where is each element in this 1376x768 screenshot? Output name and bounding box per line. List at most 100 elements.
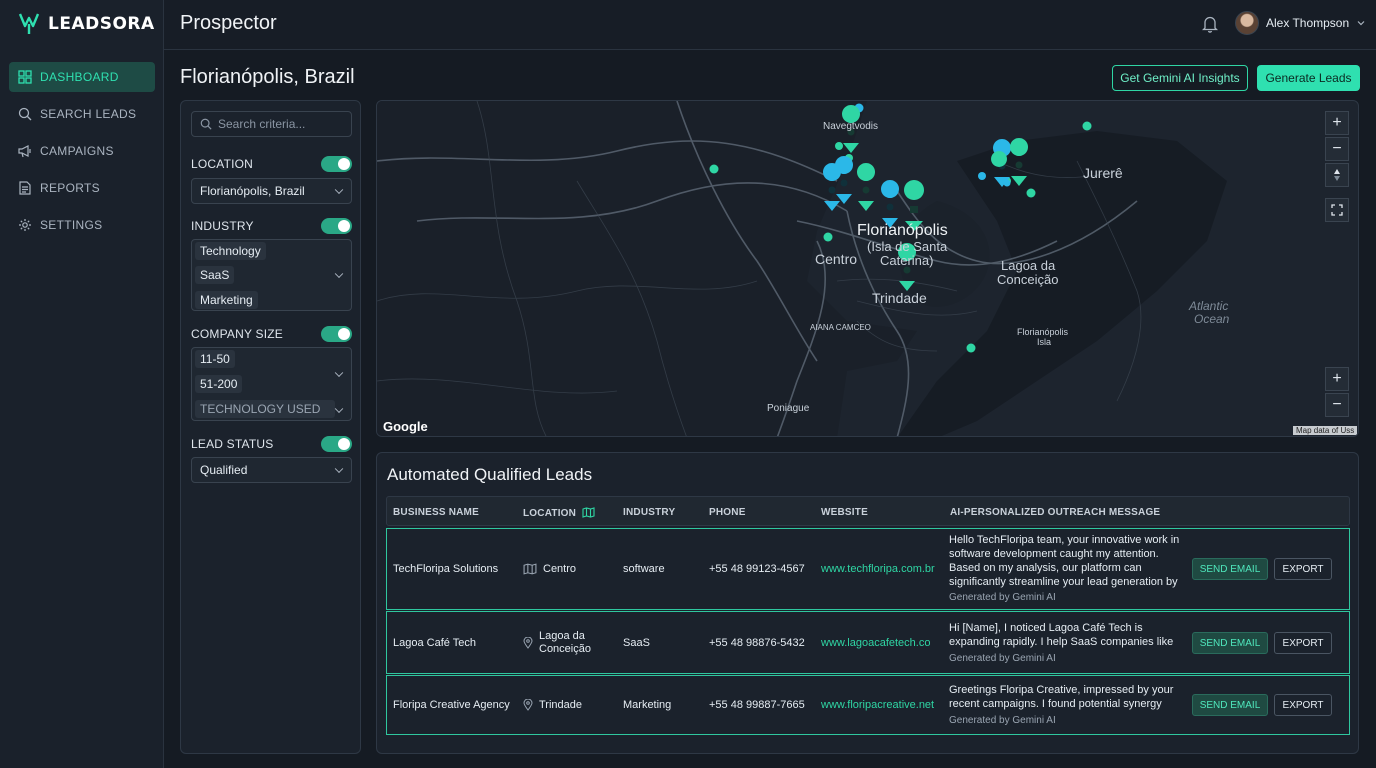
column-header-label: LOCATION <box>523 508 577 519</box>
export-button[interactable]: EXPORT <box>1274 558 1332 580</box>
generated-by-label: Generated by Gemini AI <box>949 715 1056 726</box>
column-header[interactable]: BUSINESS NAME <box>393 507 479 518</box>
phone-cell[interactable]: +55 48 99123-4567 <box>709 563 805 575</box>
search-icon <box>18 107 32 121</box>
map-label: Trindade <box>872 290 927 306</box>
column-header[interactable]: PHONE <box>709 507 746 518</box>
filter-panel: LOCATION Florianópolis, Brazil INDUSTRY … <box>180 100 361 754</box>
industry-cell: Marketing <box>623 699 672 711</box>
lead-status-toggle[interactable] <box>321 436 352 452</box>
sidebar-item-label: CAMPAIGNS <box>40 144 114 158</box>
search-input[interactable] <box>218 117 348 131</box>
location-pin-icon <box>523 636 533 649</box>
column-header[interactable]: AI-PERSONALIZED OUTREACH MESSAGE <box>950 507 1160 518</box>
location-pin-icon <box>523 699 533 711</box>
chevron-down-icon <box>334 464 344 474</box>
zoom-out-button[interactable]: − <box>1325 137 1349 161</box>
location-toggle[interactable] <box>321 156 352 172</box>
location-value: Centro <box>543 563 577 575</box>
website-link[interactable]: www.techfloripa.com.br <box>821 563 935 575</box>
sidebar-item-settings[interactable]: SETTINGS <box>9 210 155 240</box>
location-value: Trindade <box>539 699 583 711</box>
industry-label: INDUSTRY <box>191 219 254 233</box>
website-link[interactable]: www.floripacreative.net <box>821 699 934 711</box>
company-size-toggle[interactable] <box>321 326 352 342</box>
sidebar-item-search-leads[interactable]: SEARCH LEADS <box>9 99 155 129</box>
export-button[interactable]: EXPORT <box>1274 632 1332 654</box>
map-label: Navegtvodis <box>823 121 879 132</box>
sidebar-item-reports[interactable]: REPORTS <box>9 173 155 203</box>
outreach-message: Hello TechFloripa team, your innovative … <box>949 534 1180 588</box>
map-base <box>377 101 1227 436</box>
location-label: LOCATION <box>191 157 254 171</box>
table-row[interactable]: Floripa Creative Agency Trindade Marketi… <box>386 675 1350 735</box>
business-name: Lagoa Café Tech <box>393 636 476 649</box>
map-attribution[interactable]: Map data of Uss <box>1293 426 1358 435</box>
zoom-in-button[interactable]: + <box>1325 111 1349 135</box>
lead-status-select[interactable]: Qualified <box>191 457 352 483</box>
compass-button[interactable] <box>1325 163 1349 187</box>
industry-chip[interactable]: Marketing <box>195 291 258 309</box>
map-view[interactable]: Navegtvodis Florianópolis (Isla de Santa… <box>376 100 1359 437</box>
leads-title: Automated Qualified Leads <box>387 465 593 484</box>
company-size-chip[interactable]: 51-200 <box>195 375 243 393</box>
company-size-multiselect[interactable]: 11-50 51-200 TECHNOLOGY USED <box>191 347 352 421</box>
table-row[interactable]: Lagoa Café Tech Lagoa da Conceição SaaS … <box>386 611 1350 674</box>
search-field[interactable] <box>191 111 352 137</box>
industry-toggle[interactable] <box>321 218 352 234</box>
document-icon <box>19 181 31 195</box>
technology-used-select[interactable]: TECHNOLOGY USED <box>195 400 335 418</box>
fullscreen-icon <box>1331 204 1343 216</box>
send-email-button[interactable]: SEND EMAIL <box>1192 558 1268 580</box>
table-header: BUSINESS NAME LOCATION INDUSTRY PHONE WE… <box>386 496 1350 526</box>
map-label: Atlantic <box>1189 299 1229 313</box>
map-label: (Isla de Santa <box>867 239 948 254</box>
sidebar: LEADSORA DASHBOARD SEARCH LEADS CAMPAIGN… <box>0 0 164 768</box>
phone-cell[interactable]: +55 48 98876-5432 <box>709 637 805 649</box>
leads-panel: Automated Qualified Leads BUSINESS NAME … <box>376 452 1359 754</box>
bell-icon[interactable] <box>1202 15 1218 33</box>
chevron-down-icon <box>334 368 344 378</box>
gemini-insights-button[interactable]: Get Gemini AI Insights <box>1112 65 1248 91</box>
lead-status-value: Qualified <box>200 463 248 477</box>
leadsora-logo-icon <box>18 13 40 34</box>
brand[interactable]: LEADSORA <box>18 12 155 36</box>
website-link[interactable]: www.lagoacafetech.co <box>821 637 930 649</box>
location-line: Lagoa da <box>539 629 585 642</box>
avatar <box>1235 11 1259 35</box>
column-header[interactable]: INDUSTRY <box>623 507 675 518</box>
table-row[interactable]: TechFloripa Solutions Centro software +5… <box>386 528 1350 610</box>
column-header[interactable]: WEBSITE <box>821 507 868 518</box>
company-size-chip[interactable]: 11-50 <box>195 350 235 368</box>
sidebar-item-label: SETTINGS <box>40 218 103 232</box>
generated-by-label: Generated by Gemini AI <box>949 653 1056 664</box>
map-label: Jurerê <box>1083 165 1123 181</box>
location-value: Florianópolis, Brazil <box>200 184 305 198</box>
map-label: AIANA CAMCEO <box>810 323 871 332</box>
industry-chip[interactable]: SaaS <box>195 266 235 284</box>
zoom-out-button[interactable]: − <box>1325 393 1349 417</box>
fullscreen-button[interactable] <box>1325 198 1349 222</box>
phone-cell[interactable]: +55 48 99887-7665 <box>709 699 805 711</box>
map-label-city: Florianópolis <box>857 222 948 239</box>
location-line: Conceição <box>539 642 591 655</box>
zoom-in-button[interactable]: + <box>1325 367 1349 391</box>
sidebar-nav: DASHBOARD SEARCH LEADS CAMPAIGNS REPORTS… <box>9 62 155 247</box>
user-menu[interactable]: Alex Thompson <box>1235 11 1366 35</box>
sidebar-item-campaigns[interactable]: CAMPAIGNS <box>9 136 155 166</box>
industry-chip[interactable]: Technology <box>195 242 266 260</box>
generate-leads-button[interactable]: Generate Leads <box>1257 65 1360 91</box>
map-label: Ocean <box>1194 312 1230 326</box>
topbar: Prospector Alex Thompson <box>164 0 1376 50</box>
sidebar-item-label: DASHBOARD <box>40 70 119 84</box>
export-button[interactable]: EXPORT <box>1274 694 1332 716</box>
app-title: Prospector <box>180 12 277 34</box>
map-icon <box>582 507 595 518</box>
column-header[interactable]: LOCATION <box>523 507 595 519</box>
sidebar-item-dashboard[interactable]: DASHBOARD <box>9 62 155 92</box>
industry-multiselect[interactable]: Technology SaaS Marketing <box>191 239 352 311</box>
send-email-button[interactable]: SEND EMAIL <box>1192 694 1268 716</box>
send-email-button[interactable]: SEND EMAIL <box>1192 632 1268 654</box>
location-select[interactable]: Florianópolis, Brazil <box>191 178 352 204</box>
industry-cell: SaaS <box>623 636 650 649</box>
